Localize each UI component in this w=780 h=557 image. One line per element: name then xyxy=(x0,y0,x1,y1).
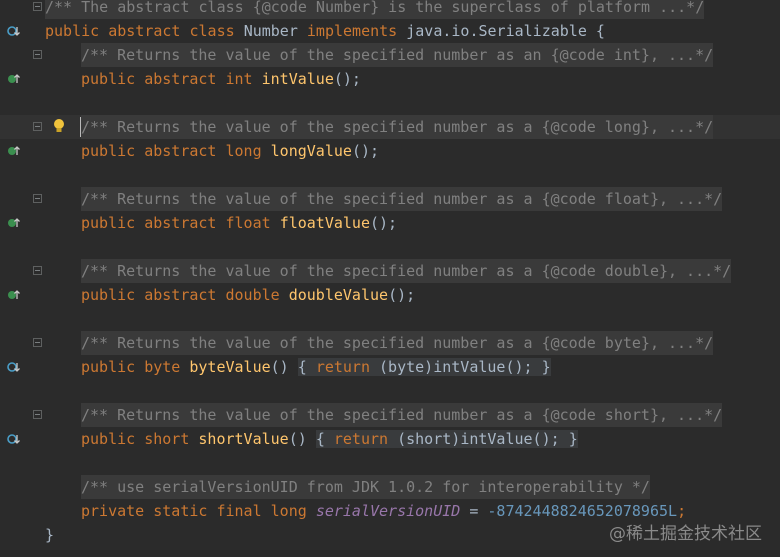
code-line: public abstract float floatValue(); xyxy=(0,211,780,235)
code-line: public byte byteValue() { return (byte)i… xyxy=(0,355,780,379)
fold-toggle-icon[interactable] xyxy=(33,410,42,419)
code-line: /** The abstract class {@code Number} is… xyxy=(0,0,780,19)
code-line: /** Returns the value of the specified n… xyxy=(0,259,780,283)
field-declaration[interactable]: private static final long serialVersionU… xyxy=(81,499,686,523)
code-line: public abstract double doubleValue(); xyxy=(0,283,780,307)
folded-body[interactable]: { return (short)intValue(); } xyxy=(315,430,578,448)
override-green-icon[interactable] xyxy=(7,72,21,86)
doc-comment[interactable]: /** Returns the value of the specified n… xyxy=(81,43,714,67)
code-line: /** Returns the value of the specified n… xyxy=(0,331,780,355)
method-declaration[interactable]: public short shortValue() { return (shor… xyxy=(81,427,578,451)
doc-comment[interactable]: /** Returns the value of the specified n… xyxy=(81,187,723,211)
doc-comment[interactable]: /** Returns the value of the specified n… xyxy=(81,403,723,427)
watermark: @稀土掘金技术社区 xyxy=(609,524,762,544)
code-line: /** use serialVersionUID from JDK 1.0.2 … xyxy=(0,475,780,499)
doc-comment[interactable]: /** use serialVersionUID from JDK 1.0.2 … xyxy=(81,475,650,499)
code-line: /** Returns the value of the specified n… xyxy=(0,187,780,211)
code-line: /** Returns the value of the specified n… xyxy=(0,43,780,67)
code-line: public abstract long longValue(); xyxy=(0,139,780,163)
fold-toggle-icon[interactable] xyxy=(33,338,42,347)
doc-comment[interactable]: /** Returns the value of the specified n… xyxy=(81,331,714,355)
override-green-icon[interactable] xyxy=(7,288,21,302)
method-declaration[interactable]: public abstract int intValue(); xyxy=(81,67,361,91)
lightbulb-icon[interactable] xyxy=(52,117,66,135)
implemented-down-arrow-icon[interactable] xyxy=(7,432,21,446)
code-line: public short shortValue() { return (shor… xyxy=(0,427,780,451)
implemented-down-arrow-icon[interactable] xyxy=(7,360,21,374)
override-green-icon[interactable] xyxy=(7,144,21,158)
code-editor[interactable]: /** The abstract class {@code Number} is… xyxy=(0,0,780,557)
method-declaration[interactable]: public byte byteValue() { return (byte)i… xyxy=(81,355,551,379)
fold-toggle-icon[interactable] xyxy=(33,194,42,203)
folded-body[interactable]: { return (byte)intValue(); } xyxy=(297,358,551,376)
doc-comment[interactable]: /** The abstract class {@code Number} is… xyxy=(45,0,705,19)
doc-comment[interactable]: /** Returns the value of the specified n… xyxy=(81,115,714,139)
closing-brace[interactable]: } xyxy=(45,523,54,547)
implemented-down-arrow-icon[interactable] xyxy=(7,24,21,38)
code-line: /** Returns the value of the specified n… xyxy=(0,403,780,427)
override-green-icon[interactable] xyxy=(7,216,21,230)
code-line: public abstract class Number implements … xyxy=(0,19,780,43)
fold-toggle-icon[interactable] xyxy=(33,122,42,131)
fold-toggle-icon[interactable] xyxy=(33,266,42,275)
current-code-line: /** Returns the value of the specified n… xyxy=(0,115,780,139)
fold-toggle-icon[interactable] xyxy=(33,2,42,11)
fold-toggle-icon[interactable] xyxy=(33,50,42,59)
class-declaration[interactable]: public abstract class Number implements … xyxy=(45,19,605,43)
code-line: public abstract int intValue(); xyxy=(0,67,780,91)
method-declaration[interactable]: public abstract float floatValue(); xyxy=(81,211,397,235)
method-declaration[interactable]: public abstract long longValue(); xyxy=(81,139,379,163)
doc-comment[interactable]: /** Returns the value of the specified n… xyxy=(81,259,732,283)
method-declaration[interactable]: public abstract double doubleValue(); xyxy=(81,283,415,307)
